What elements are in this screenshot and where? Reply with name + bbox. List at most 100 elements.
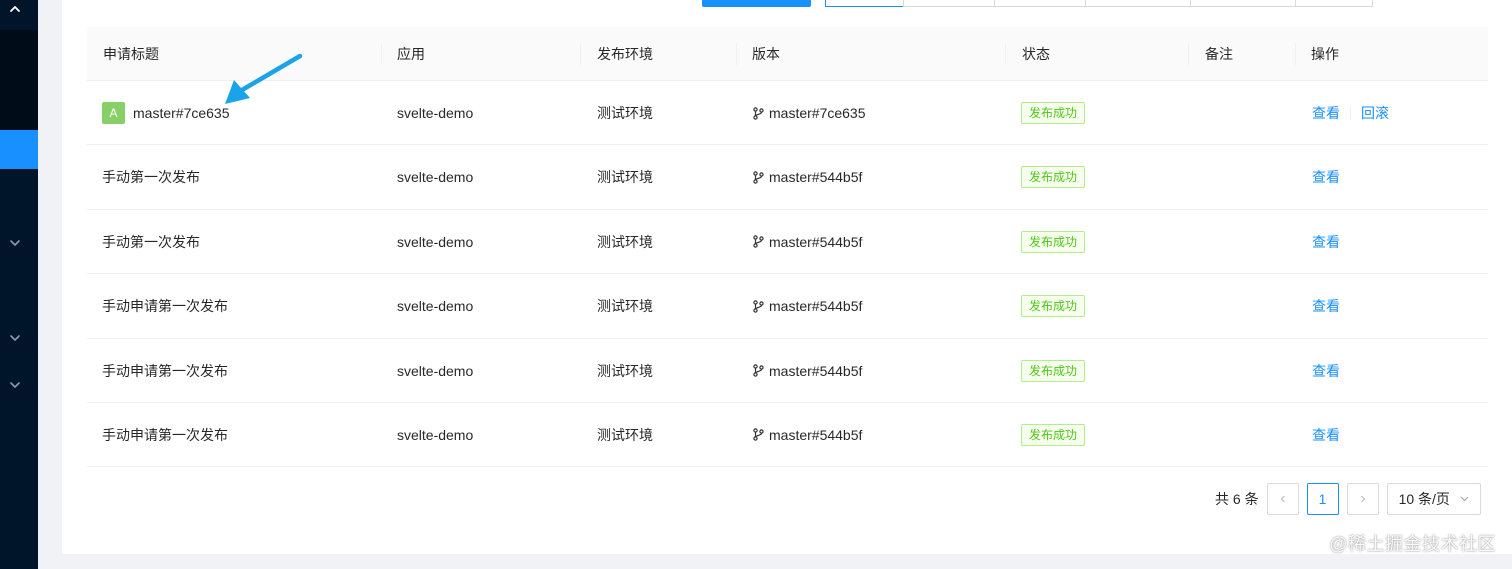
env-cell: 测试环境 (597, 233, 653, 250)
chevron-down-icon[interactable] (8, 331, 22, 345)
version-cell: master#544b5f (752, 403, 862, 467)
table-body: A master#7ce635 svelte-demo 测试环境 master#… (87, 81, 1488, 468)
column-header-actions: 操作 (1311, 46, 1339, 62)
actions-cell: 查看 (1312, 339, 1340, 403)
sidebar-item-active[interactable] (0, 130, 38, 169)
radio-option[interactable] (903, 0, 995, 7)
next-page-button[interactable] (1346, 483, 1379, 515)
column-header-app: 应用 (397, 46, 425, 62)
status-cell: 发布成功 (1021, 210, 1086, 274)
view-link[interactable]: 查看 (1312, 425, 1340, 445)
column-header-env: 发布环境 (597, 46, 653, 62)
table-row: 手动第一次发布 svelte-demo 测试环境 master#544b5f 发… (87, 145, 1488, 210)
filter-radio-group (825, 0, 1373, 7)
table-row: 手动申请第一次发布 svelte-demo 测试环境 master#544b5f… (87, 339, 1488, 403)
branch-icon (752, 106, 765, 120)
column-header-title: 申请标题 (103, 46, 159, 62)
view-link[interactable]: 查看 (1312, 296, 1340, 316)
radio-option[interactable] (1085, 0, 1191, 7)
branch-icon (752, 428, 765, 442)
radio-option[interactable] (1190, 0, 1296, 7)
chevron-down-icon[interactable] (8, 236, 22, 250)
version-text: master#544b5f (769, 298, 863, 315)
status-cell: 发布成功 (1021, 403, 1086, 467)
rollback-link[interactable]: 回滚 (1361, 103, 1389, 123)
release-title: master#7ce635 (133, 105, 230, 121)
env-cell: 测试环境 (597, 362, 653, 379)
view-link[interactable]: 查看 (1312, 232, 1340, 252)
version-cell: master#544b5f (752, 145, 862, 209)
env-cell: 测试环境 (597, 169, 653, 186)
release-title: 手动第一次发布 (102, 233, 200, 250)
action-divider (1350, 106, 1351, 120)
table-header: 申请标题 应用 发布环境 版本 状态 备注 操作 (87, 27, 1488, 81)
watermark: @稀土掘金技术社区 (1329, 534, 1496, 554)
column-divider (381, 43, 382, 65)
title-cell: 手动第一次发布 (102, 145, 200, 209)
view-link[interactable]: 查看 (1312, 167, 1340, 187)
primary-button[interactable] (702, 0, 811, 7)
prev-page-button[interactable] (1266, 483, 1299, 515)
app-cell: svelte-demo (397, 105, 474, 121)
branch-icon (752, 364, 765, 377)
actions-cell: 查看 (1312, 403, 1340, 467)
release-title: 手动申请第一次发布 (102, 362, 228, 379)
pagination: 共 6 条 1 10 条/页 (1215, 483, 1481, 515)
column-header-version: 版本 (752, 46, 780, 62)
status-cell: 发布成功 (1021, 274, 1086, 338)
title-cell: 手动申请第一次发布 (102, 339, 228, 403)
env-cell: 测试环境 (597, 298, 653, 315)
status-badge: 发布成功 (1021, 359, 1086, 382)
branch-icon (752, 299, 765, 313)
version-cell: master#544b5f (752, 274, 862, 338)
table-row: A master#7ce635 svelte-demo 测试环境 master#… (87, 81, 1488, 146)
page-size-select[interactable]: 10 条/页 (1386, 483, 1481, 515)
status-badge: 发布成功 (1021, 295, 1086, 318)
version-text: master#544b5f (769, 233, 863, 250)
app-cell: svelte-demo (397, 426, 474, 443)
title-cell: 手动申请第一次发布 (102, 274, 228, 338)
chevron-up-icon[interactable] (8, 2, 22, 16)
table-row: 手动申请第一次发布 svelte-demo 测试环境 master#544b5f… (87, 274, 1488, 339)
status-badge: 发布成功 (1021, 166, 1086, 189)
chevron-down-icon[interactable] (8, 378, 22, 392)
app-cell: svelte-demo (397, 298, 474, 315)
column-divider (580, 43, 581, 65)
release-title: 手动申请第一次发布 (102, 298, 228, 315)
view-link[interactable]: 查看 (1312, 361, 1340, 381)
radio-option[interactable] (994, 0, 1086, 7)
view-link[interactable]: 查看 (1312, 103, 1340, 123)
chevron-right-icon (1358, 491, 1368, 507)
title-cell: 手动申请第一次发布 (102, 403, 228, 467)
app-cell: svelte-demo (397, 169, 474, 186)
column-divider (1005, 43, 1006, 65)
release-table: 申请标题 应用 发布环境 版本 状态 备注 操作 A master#7ce635… (87, 27, 1488, 468)
status-badge: 发布成功 (1021, 102, 1086, 124)
column-header-note: 备注 (1205, 46, 1233, 62)
version-cell: master#7ce635 (752, 81, 866, 145)
chevron-down-icon (1459, 491, 1470, 507)
release-title: 手动申请第一次发布 (102, 426, 228, 443)
column-divider (1295, 43, 1296, 65)
column-divider (736, 43, 737, 65)
actions-cell: 查看 (1312, 274, 1340, 338)
status-badge: 发布成功 (1021, 423, 1086, 446)
version-text: master#544b5f (769, 362, 863, 379)
radio-option[interactable] (825, 0, 904, 7)
avatar: A (102, 102, 125, 124)
sidebar-menu-header[interactable] (0, 0, 38, 30)
actions-cell: 查看 (1312, 210, 1340, 274)
env-cell: 测试环境 (597, 105, 653, 121)
table-row: 手动第一次发布 svelte-demo 测试环境 master#544b5f 发… (87, 210, 1488, 275)
version-text: master#7ce635 (769, 105, 866, 121)
page-size-value: 10 条/页 (1398, 491, 1450, 507)
column-header-status: 状态 (1022, 46, 1050, 62)
version-cell: master#544b5f (752, 210, 862, 274)
radio-option[interactable] (1295, 0, 1373, 7)
version-text: master#544b5f (769, 426, 863, 443)
version-text: master#544b5f (769, 169, 863, 186)
page-1-button[interactable]: 1 (1306, 483, 1339, 515)
sidebar (0, 0, 38, 569)
branch-icon (752, 171, 765, 184)
app-cell: svelte-demo (397, 362, 474, 379)
